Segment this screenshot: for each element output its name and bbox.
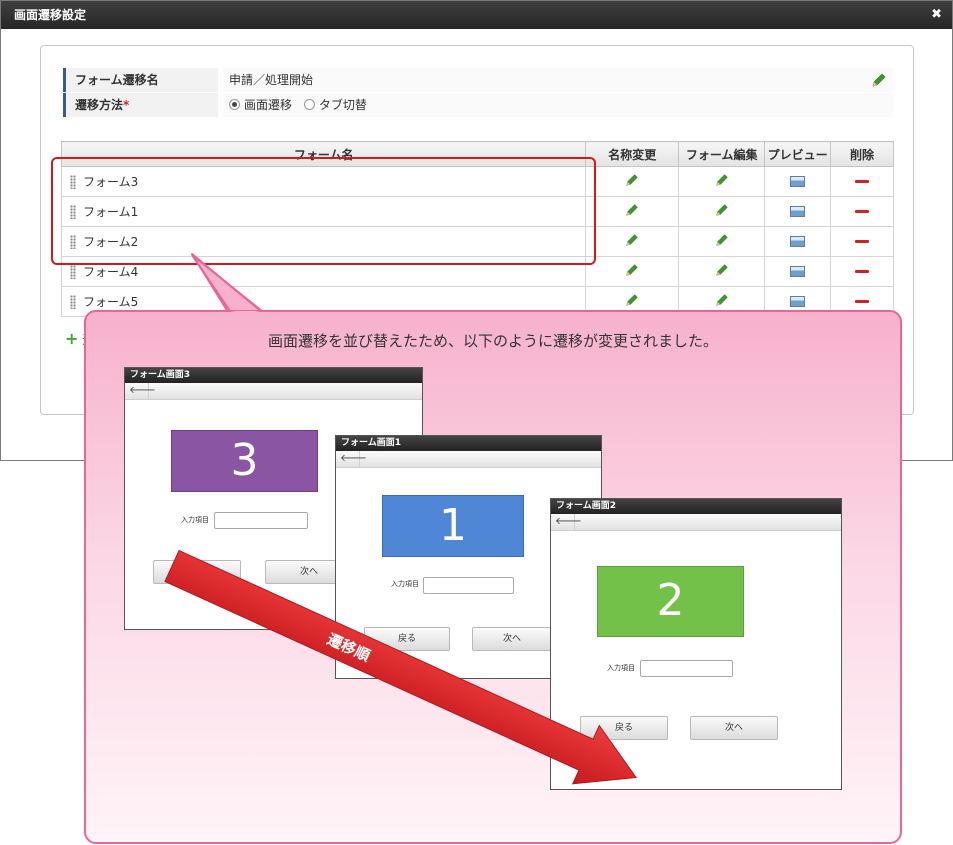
transition-order-arrow: 遷移順 bbox=[164, 549, 637, 785]
